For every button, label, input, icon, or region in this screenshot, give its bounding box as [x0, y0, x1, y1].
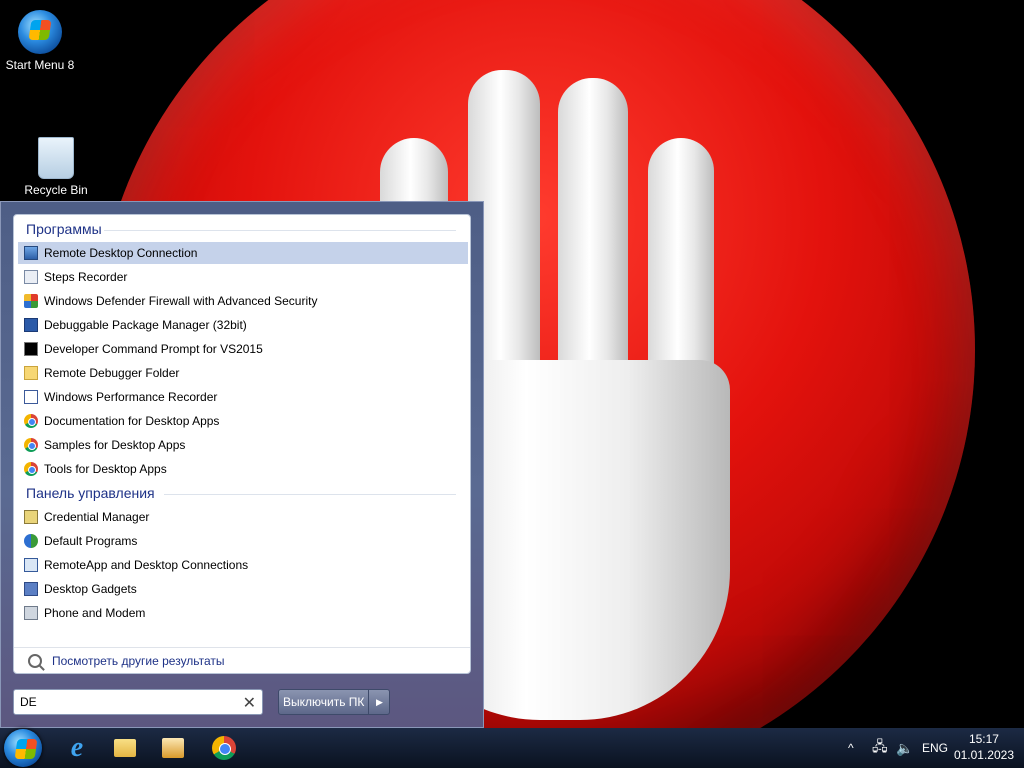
- clock-date: 01.01.2023: [953, 748, 1014, 762]
- result-label: Windows Performance Recorder: [44, 390, 218, 404]
- volume-icon[interactable]: 🔈: [896, 728, 913, 768]
- folder-icon: [24, 366, 38, 380]
- result-desktop-gadgets[interactable]: Desktop Gadgets: [18, 578, 468, 600]
- default-programs-icon: [24, 534, 38, 548]
- result-label: Developer Command Prompt for VS2015: [44, 342, 263, 356]
- chrome-icon: [24, 438, 38, 452]
- chrome-icon[interactable]: [212, 736, 236, 760]
- network-icon[interactable]: 🖧: [872, 728, 888, 768]
- result-label: Debuggable Package Manager (32bit): [44, 318, 247, 332]
- result-label: Remote Debugger Folder: [44, 366, 180, 380]
- shutdown-button-group: Выключить ПК ▶: [278, 689, 391, 715]
- gadgets-icon: [24, 582, 38, 596]
- section-divider: [104, 230, 456, 231]
- result-steps-recorder[interactable]: Steps Recorder: [18, 266, 468, 288]
- media-player-icon[interactable]: [162, 738, 184, 758]
- powershell-icon: [24, 318, 38, 332]
- result-windows-performance-recorder[interactable]: Windows Performance Recorder: [18, 386, 468, 408]
- steps-recorder-icon: [24, 270, 38, 284]
- result-label: Default Programs: [44, 534, 138, 548]
- phone-modem-icon: [24, 606, 38, 620]
- search-results-panel: Программы Remote Desktop Connection Step…: [13, 214, 471, 674]
- result-label: Credential Manager: [44, 510, 150, 524]
- credential-manager-icon: [24, 510, 38, 524]
- result-remote-debugger-folder[interactable]: Remote Debugger Folder: [18, 362, 468, 384]
- start-menu: Программы Remote Desktop Connection Step…: [0, 201, 484, 728]
- shutdown-options-arrow-icon[interactable]: ▶: [368, 690, 389, 714]
- result-label: Desktop Gadgets: [44, 582, 137, 596]
- desktop-icon-start-menu-8[interactable]: Start Menu 8: [0, 10, 80, 72]
- start-search-box[interactable]: ✕: [13, 689, 263, 715]
- result-label: Tools for Desktop Apps: [44, 462, 167, 476]
- clock-time: 15:17: [968, 732, 999, 746]
- windows-orb-icon: [18, 10, 62, 54]
- chrome-icon: [24, 414, 38, 428]
- result-label: Remote Desktop Connection: [44, 246, 198, 260]
- firewall-icon: [24, 294, 38, 308]
- remoteapp-icon: [24, 558, 38, 572]
- performance-recorder-icon: [24, 390, 38, 404]
- desktop-icon-label: Recycle Bin: [24, 183, 88, 197]
- desktop-icon-recycle-bin[interactable]: Recycle Bin: [16, 137, 96, 197]
- result-default-programs[interactable]: Default Programs: [18, 530, 468, 552]
- result-label: Documentation for Desktop Apps: [44, 414, 220, 428]
- show-hidden-icons-chevron[interactable]: ^: [848, 728, 854, 768]
- result-credential-manager[interactable]: Credential Manager: [18, 506, 468, 528]
- result-remoteapp-connections[interactable]: RemoteApp and Desktop Connections: [18, 554, 468, 576]
- remote-desktop-icon: [24, 246, 38, 260]
- chrome-icon: [24, 462, 38, 476]
- result-developer-command-prompt[interactable]: Developer Command Prompt for VS2015: [18, 338, 468, 360]
- result-phone-and-modem[interactable]: Phone and Modem: [18, 602, 468, 624]
- see-more-results-label: Посмотреть другие результаты: [52, 654, 225, 668]
- result-tools-desktop-apps[interactable]: Tools for Desktop Apps: [18, 458, 468, 480]
- see-more-results-link[interactable]: Посмотреть другие результаты: [14, 647, 470, 674]
- programs-header: Программы: [26, 221, 102, 237]
- search-input[interactable]: [20, 695, 235, 709]
- shutdown-button[interactable]: Выключить ПК: [279, 690, 368, 714]
- desktop-icon-label: Start Menu 8: [5, 58, 75, 72]
- language-indicator[interactable]: ENG: [922, 728, 948, 768]
- clock[interactable]: 15:17 01.01.2023: [954, 731, 1014, 763]
- result-label: RemoteApp and Desktop Connections: [44, 558, 249, 572]
- internet-explorer-icon[interactable]: e: [60, 732, 94, 764]
- command-prompt-icon: [24, 342, 38, 356]
- result-remote-desktop-connection[interactable]: Remote Desktop Connection: [18, 242, 468, 264]
- result-label: Steps Recorder: [44, 270, 128, 284]
- result-documentation-desktop-apps[interactable]: Documentation for Desktop Apps: [18, 410, 468, 432]
- result-label: Phone and Modem: [44, 606, 146, 620]
- result-label: Windows Defender Firewall with Advanced …: [44, 294, 318, 308]
- result-defender-firewall[interactable]: Windows Defender Firewall with Advanced …: [18, 290, 468, 312]
- recycle-bin-icon: [38, 137, 74, 179]
- wallpaper-finger: [558, 78, 628, 388]
- taskbar: e ^ 🖧 🔈 ENG 15:17 01.01.2023: [0, 728, 1024, 768]
- close-icon[interactable]: ✕: [243, 693, 256, 713]
- search-icon: [28, 654, 42, 668]
- result-debuggable-package-manager[interactable]: Debuggable Package Manager (32bit): [18, 314, 468, 336]
- file-explorer-icon[interactable]: [114, 739, 136, 757]
- section-divider: [164, 494, 456, 495]
- result-samples-desktop-apps[interactable]: Samples for Desktop Apps: [18, 434, 468, 456]
- result-label: Samples for Desktop Apps: [44, 438, 186, 452]
- control-panel-header: Панель управления: [26, 485, 155, 501]
- start-button[interactable]: [4, 729, 42, 767]
